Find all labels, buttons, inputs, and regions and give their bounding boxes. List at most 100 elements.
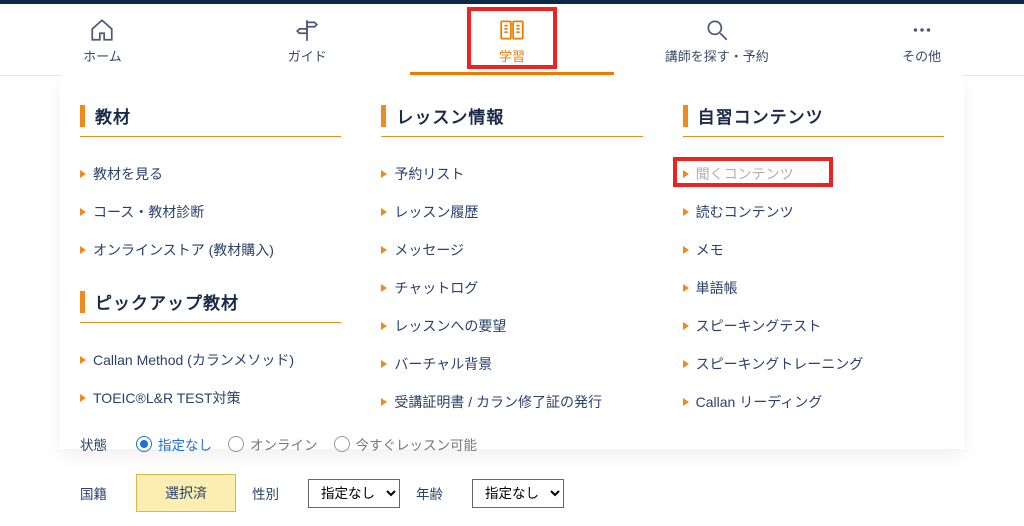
accent-bar <box>80 291 85 313</box>
nav-label: ホーム <box>83 46 122 65</box>
menu-item-callan[interactable]: Callan Method (カランメソッド) <box>80 341 341 379</box>
section-title: レッスン情報 <box>396 103 504 128</box>
caret-icon <box>683 170 689 178</box>
section-divider <box>381 136 642 137</box>
section-title: 自習コンテンツ <box>698 103 824 128</box>
caret-icon <box>80 356 86 364</box>
section-header-pickup: ピックアップ教材 <box>80 289 341 314</box>
gender-select[interactable]: 指定なし <box>308 479 400 508</box>
section-header-selfstudy: 自習コンテンツ <box>683 103 944 128</box>
age-select[interactable]: 指定なし <box>472 479 564 508</box>
section-divider <box>80 136 341 137</box>
menu-text: オンラインストア (教材購入) <box>93 240 274 260</box>
filter-label-age: 年齢 <box>416 483 456 503</box>
caret-icon <box>80 208 86 216</box>
menu-item-reservation-list[interactable]: 予約リスト <box>381 155 642 193</box>
menu-item-speaking-training[interactable]: スピーキングトレーニング <box>683 345 944 383</box>
nav-label: ガイド <box>288 46 327 65</box>
caret-icon <box>381 322 387 330</box>
signpost-icon <box>294 16 320 44</box>
more-icon <box>909 16 935 44</box>
menu-item-virtual-bg[interactable]: バーチャル背景 <box>381 345 642 383</box>
caret-icon <box>381 360 387 368</box>
menu-text: TOEIC®L&R TEST対策 <box>93 388 241 408</box>
caret-icon <box>683 284 689 292</box>
menu-item-memo[interactable]: メモ <box>683 231 944 269</box>
radio-icon <box>228 436 244 452</box>
nav-label: 学習 <box>499 46 525 65</box>
accent-bar <box>80 105 85 127</box>
main-nav: ホーム ガイド 学習 <box>0 4 1024 76</box>
caret-icon <box>683 360 689 368</box>
menu-item-course-diagnosis[interactable]: コース・教材診断 <box>80 193 341 231</box>
dropdown-col-2: レッスン情報 予約リスト レッスン履歴 メッセージ チャットログ レッスンへの要… <box>381 103 642 421</box>
section-title: ピックアップ教材 <box>95 289 239 314</box>
accent-bar <box>381 105 386 127</box>
menu-item-listening[interactable]: 聞くコンテンツ <box>683 155 944 193</box>
menu-text: 単語帳 <box>696 278 738 298</box>
nav-item-tutors[interactable]: 講師を探す・予約 <box>614 4 819 75</box>
section-title: 教材 <box>95 103 131 128</box>
caret-icon <box>80 170 86 178</box>
section-divider <box>683 136 944 137</box>
menu-item-lesson-history[interactable]: レッスン履歴 <box>381 193 642 231</box>
menu-item-online-store[interactable]: オンラインストア (教材購入) <box>80 231 341 269</box>
menu-item-speaking-test[interactable]: スピーキングテスト <box>683 307 944 345</box>
caret-icon <box>381 246 387 254</box>
radio-text: オンライン <box>250 434 318 454</box>
filter-label-nationality: 国籍 <box>80 483 120 503</box>
radio-text: 指定なし <box>158 434 212 454</box>
menu-text: 教材を見る <box>93 164 163 184</box>
nav-item-home[interactable]: ホーム <box>0 4 205 75</box>
filter-row-status: 状態 指定なし オンライン 今すぐレッスン可能 <box>60 424 964 464</box>
menu-text: コース・教材診断 <box>93 202 204 222</box>
caret-icon <box>381 208 387 216</box>
radio-text: 今すぐレッスン可能 <box>356 434 478 454</box>
menu-text: 読むコンテンツ <box>696 202 794 222</box>
menu-item-wordbook[interactable]: 単語帳 <box>683 269 944 307</box>
menu-text: Callan Method (カランメソッド) <box>93 350 294 370</box>
menu-item-messages[interactable]: メッセージ <box>381 231 642 269</box>
accent-bar <box>683 105 688 127</box>
radio-status-available[interactable]: 今すぐレッスン可能 <box>334 434 478 454</box>
menu-text: チャットログ <box>394 278 478 298</box>
nav-item-other[interactable]: その他 <box>819 4 1024 75</box>
menu-item-callan-reading[interactable]: Callan リーディング <box>683 383 944 421</box>
study-dropdown: 教材 教材を見る コース・教材診断 オンラインストア (教材購入) ピックアップ… <box>60 75 964 449</box>
radio-status-none[interactable]: 指定なし <box>136 434 212 454</box>
section-divider <box>80 322 341 323</box>
search-filters: 状態 指定なし オンライン 今すぐレッスン可能 国籍 選択済 性別 指定なし 年… <box>60 418 964 522</box>
menu-item-certificate[interactable]: 受講証明書 / カラン修了証の発行 <box>381 383 642 421</box>
caret-icon <box>683 246 689 254</box>
section-header-materials: 教材 <box>80 103 341 128</box>
nav-item-study[interactable]: 学習 <box>410 4 615 75</box>
caret-icon <box>381 398 387 406</box>
menu-text: メッセージ <box>394 240 464 260</box>
radio-icon <box>334 436 350 452</box>
menu-text: 予約リスト <box>394 164 464 184</box>
caret-icon <box>683 208 689 216</box>
filter-row-demographics: 国籍 選択済 性別 指定なし 年齢 指定なし <box>60 464 964 522</box>
nav-label: その他 <box>902 46 941 65</box>
menu-item-toeic[interactable]: TOEIC®L&R TEST対策 <box>80 379 341 417</box>
radio-status-online[interactable]: オンライン <box>228 434 318 454</box>
menu-item-chat-log[interactable]: チャットログ <box>381 269 642 307</box>
nationality-button[interactable]: 選択済 <box>136 474 236 512</box>
menu-item-lesson-requests[interactable]: レッスンへの要望 <box>381 307 642 345</box>
caret-icon <box>80 246 86 254</box>
menu-text: 受講証明書 / カラン修了証の発行 <box>394 392 602 412</box>
nav-item-guide[interactable]: ガイド <box>205 4 410 75</box>
filter-label-gender: 性別 <box>252 483 292 503</box>
book-icon <box>499 16 525 44</box>
menu-text: レッスンへの要望 <box>394 316 506 336</box>
menu-text: 聞くコンテンツ <box>696 164 794 184</box>
menu-item-view-materials[interactable]: 教材を見る <box>80 155 341 193</box>
menu-text: スピーキングテスト <box>696 316 822 336</box>
radio-icon <box>136 436 152 452</box>
menu-text: バーチャル背景 <box>394 354 492 374</box>
menu-text: スピーキングトレーニング <box>696 354 864 374</box>
dropdown-col-1: 教材 教材を見る コース・教材診断 オンラインストア (教材購入) ピックアップ… <box>80 103 341 421</box>
caret-icon <box>683 322 689 330</box>
menu-item-reading[interactable]: 読むコンテンツ <box>683 193 944 231</box>
nav-label: 講師を探す・予約 <box>665 46 769 65</box>
